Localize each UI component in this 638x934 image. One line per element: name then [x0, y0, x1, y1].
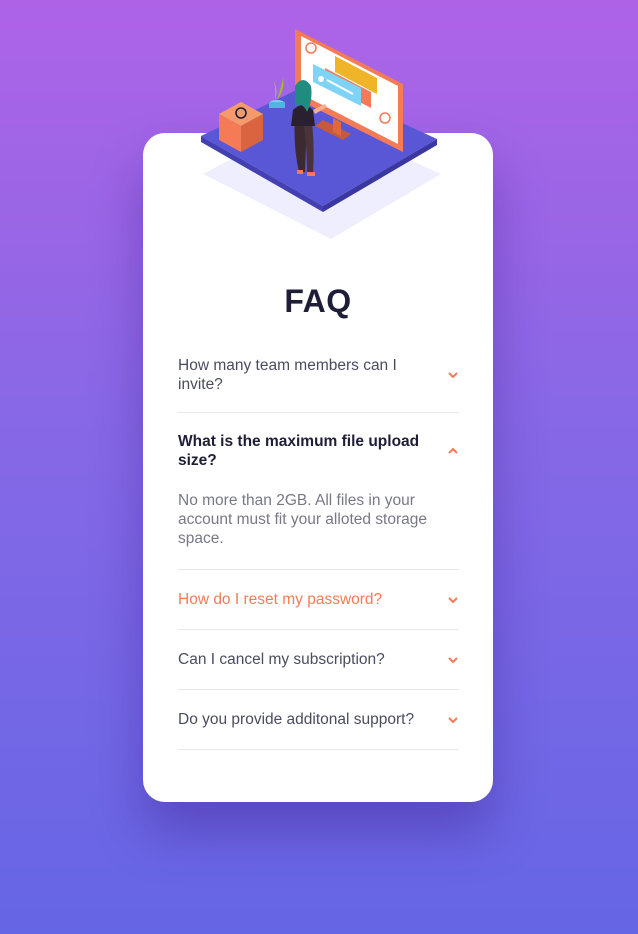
chevron-down-icon: [448, 596, 458, 603]
page-title: FAQ: [284, 283, 352, 319]
faq-question-text: What is the maximum file upload size?: [178, 432, 420, 469]
chevron-up-icon: [448, 447, 458, 454]
faq-item: What is the maximum file upload size? No…: [178, 413, 459, 570]
faq-question-toggle[interactable]: How many team members can I invite?: [178, 337, 459, 412]
faq-question-text: How many team members can I invite?: [178, 356, 397, 393]
faq-question-toggle[interactable]: How do I reset my password?: [178, 570, 459, 629]
faq-item: How many team members can I invite?: [178, 337, 459, 413]
faq-item: Do you provide additonal support?: [178, 690, 459, 750]
faq-question-text: Do you provide additonal support?: [178, 711, 415, 728]
faq-question-toggle[interactable]: Can I cancel my subscription?: [178, 630, 459, 689]
faq-question-text: How do I reset my password?: [178, 591, 383, 608]
faq-answer: No more than 2GB. All files in your acco…: [178, 492, 427, 547]
woman-online-illustration: [201, 29, 441, 239]
chevron-down-icon: [448, 656, 458, 663]
faq-item: Can I cancel my subscription?: [178, 630, 459, 690]
faq-question-toggle[interactable]: Do you provide additonal support?: [178, 690, 459, 749]
faq-question-toggle[interactable]: What is the maximum file upload size?: [178, 413, 459, 488]
chevron-down-icon: [448, 371, 458, 378]
faq-item: How do I reset my password?: [178, 570, 459, 630]
faq-list: How many team members can I invite? What…: [178, 337, 459, 750]
faq-question-text: Can I cancel my subscription?: [178, 651, 385, 668]
chevron-down-icon: [448, 716, 458, 723]
